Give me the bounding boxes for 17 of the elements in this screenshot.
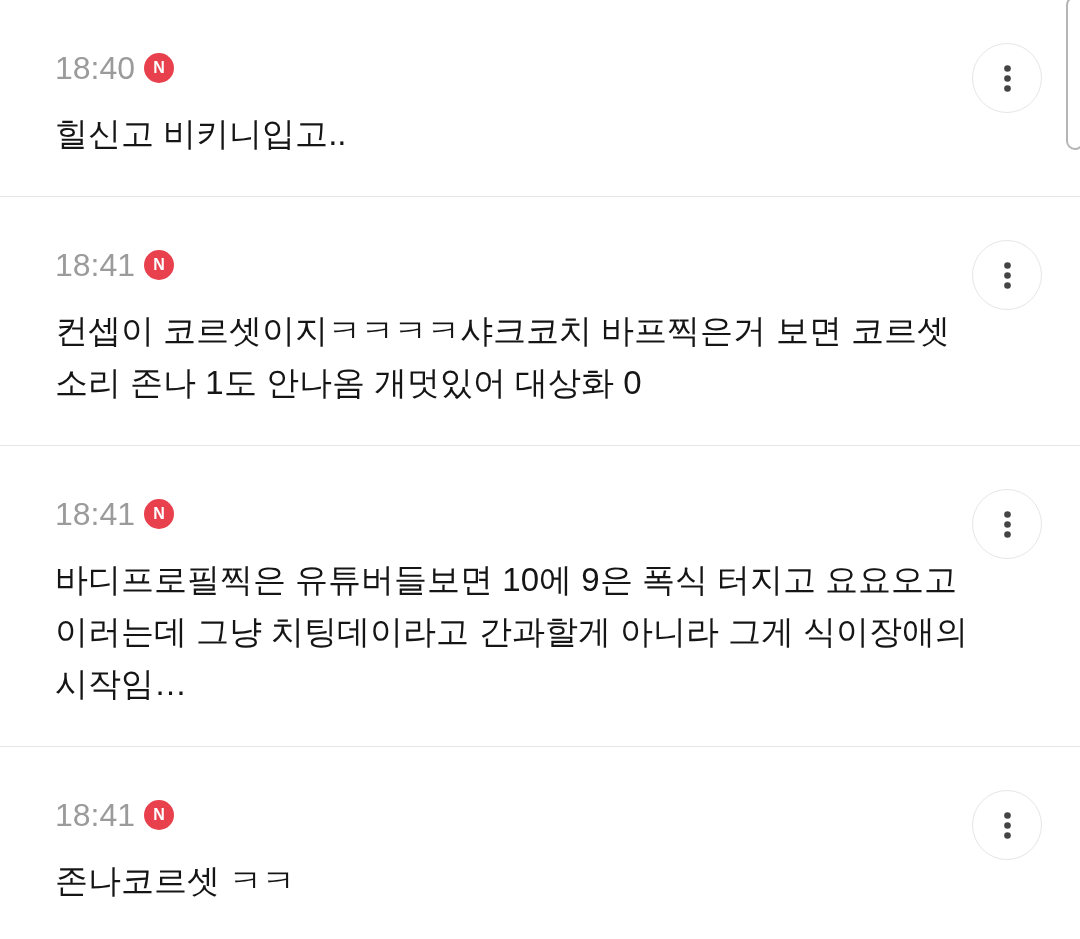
new-badge: N	[144, 800, 175, 830]
more-vertical-icon	[1003, 510, 1011, 538]
comment-text: 바디프로필찍은 유튜버들보면 10에 9은 폭식 터지고 요요오고 이러는데 그냥 치팅데이라고 간과할게 아니라 그게 식이장애의 시작임…	[55, 560, 969, 704]
comment-text: 힐신고 비키니입고..	[55, 114, 348, 154]
comment-time: 18:41	[55, 246, 136, 285]
scrollbar-thumb[interactable]	[1066, 0, 1080, 150]
more-vertical-icon	[1003, 64, 1011, 92]
new-badge: N	[144, 250, 175, 280]
new-badge: N	[144, 53, 175, 83]
more-vertical-icon	[1003, 811, 1011, 839]
comment-time: 18:40	[55, 49, 136, 88]
comment-text: 존나코르셋 ㅋㅋ	[55, 861, 297, 901]
new-badge: N	[144, 499, 175, 529]
comment-text: 컨셉이 코르셋이지ㅋㅋㅋㅋ샤크코치 바프찍은거 보면 코르셋 소리 존나 1도 안나옴 개멋있어 대상화 0	[55, 311, 951, 403]
more-vertical-icon	[1003, 261, 1011, 289]
comment-time: 18:41	[55, 495, 136, 534]
comment-time: 18:41	[55, 796, 136, 835]
